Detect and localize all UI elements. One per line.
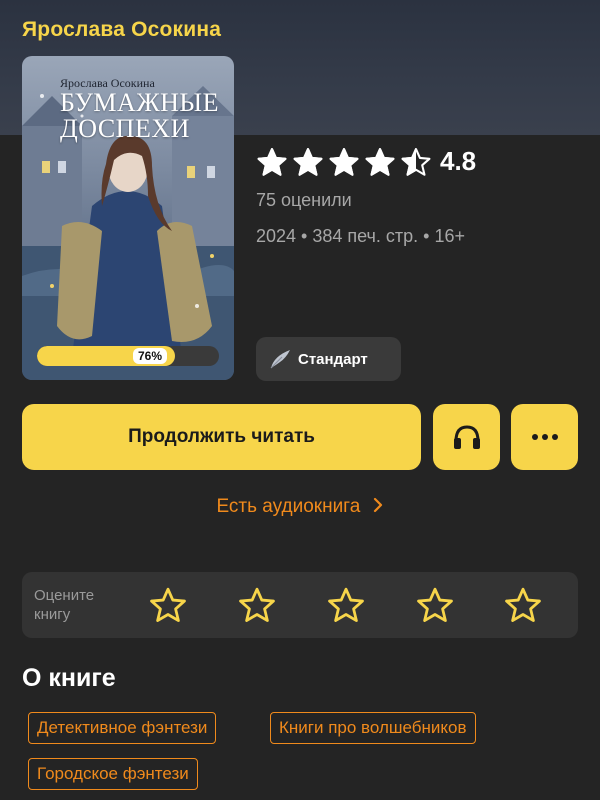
continue-reading-button[interactable]: Продолжить читать [22,404,421,470]
badge-label: Стандарт [298,350,368,368]
rating-value: 4.8 [440,146,477,176]
rate-star-5-icon[interactable] [504,586,542,624]
subscription-badge[interactable]: Стандарт [256,337,401,381]
feather-icon [270,350,290,369]
star-filled-icon [293,147,323,176]
star-half-icon [401,147,431,176]
chevron-right-icon [373,497,382,513]
book-cover[interactable]: Ярослава Осокина БУМАЖНЫЕ ДОСПЕХИ 76% [22,56,234,380]
progress-label: 76% [132,348,167,364]
genre-tag[interactable]: Детективное фэнтези [28,712,217,744]
more-options-button[interactable] [511,404,578,470]
cover-title: БУМАЖНЫЕ ДОСПЕХИ [60,88,219,143]
listen-button[interactable] [433,404,500,470]
rate-star-2-icon[interactable] [238,586,276,624]
star-filled-icon [365,147,395,176]
star-filled-icon [329,147,359,176]
more-dots-icon [531,434,558,440]
rate-star-3-icon[interactable] [327,586,365,624]
genre-tag[interactable]: Книги про волшебников [270,712,476,744]
audiobook-link[interactable]: Есть аудиокнига [0,496,600,518]
book-meta: 2024 • 384 печ. стр. • 16+ [256,226,466,246]
star-filled-icon [257,147,287,176]
rating-row[interactable]: 4.8 [256,146,476,177]
rate-book-panel: Оцените книгу [22,572,578,638]
rate-star-4-icon[interactable] [416,586,454,624]
reading-progress-bar: 76% [37,346,219,366]
headphones-icon [453,425,480,449]
audiobook-link-label: Есть аудиокнига [216,496,361,517]
rate-book-label: Оцените книгу [34,587,95,623]
genre-tag[interactable]: Городское фэнтези [28,758,198,790]
rate-star-1-icon[interactable] [149,586,187,624]
rating-stars [256,147,432,177]
ratings-count: 75 оценили [256,190,352,210]
about-section-title: О книге [22,664,116,692]
author-name[interactable]: Ярослава Осокина [22,18,221,42]
